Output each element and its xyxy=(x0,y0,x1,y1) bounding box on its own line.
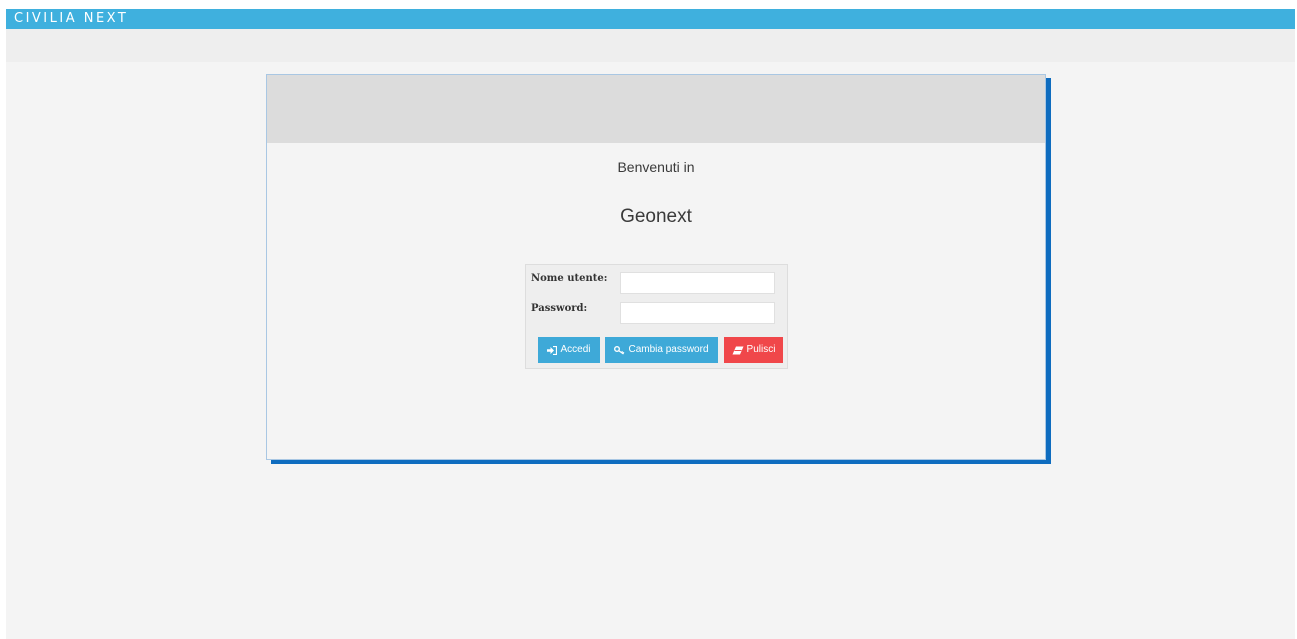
app-viewport: CIVILIA NEXT Benvenuti in Geonext Nome u… xyxy=(6,9,1295,639)
username-label: Nome utente: xyxy=(531,273,608,284)
top-bar: CIVILIA NEXT xyxy=(6,9,1295,29)
clear-button[interactable]: Pulisci xyxy=(724,337,783,363)
clear-button-label: Pulisci xyxy=(746,344,776,355)
change-password-button-label: Cambia password xyxy=(628,344,709,355)
login-button[interactable]: Accedi xyxy=(538,337,600,363)
key-icon xyxy=(614,345,625,355)
login-button-label: Accedi xyxy=(560,344,591,355)
toolbar-strip xyxy=(6,29,1295,62)
sign-in-icon xyxy=(547,345,558,355)
eraser-icon xyxy=(732,346,744,355)
password-input[interactable] xyxy=(620,302,775,324)
brand-logo: CIVILIA NEXT xyxy=(14,11,129,26)
app-name: Geonext xyxy=(620,206,692,227)
card-header xyxy=(267,75,1045,143)
username-input[interactable] xyxy=(620,272,775,294)
password-label: Password: xyxy=(531,303,588,314)
change-password-button[interactable]: Cambia password xyxy=(605,337,718,363)
login-form: Nome utente: Password: Accedi Cambia pas… xyxy=(525,264,788,369)
login-card: Benvenuti in Geonext Nome utente: Passwo… xyxy=(266,74,1046,460)
welcome-text: Benvenuti in xyxy=(617,159,695,175)
